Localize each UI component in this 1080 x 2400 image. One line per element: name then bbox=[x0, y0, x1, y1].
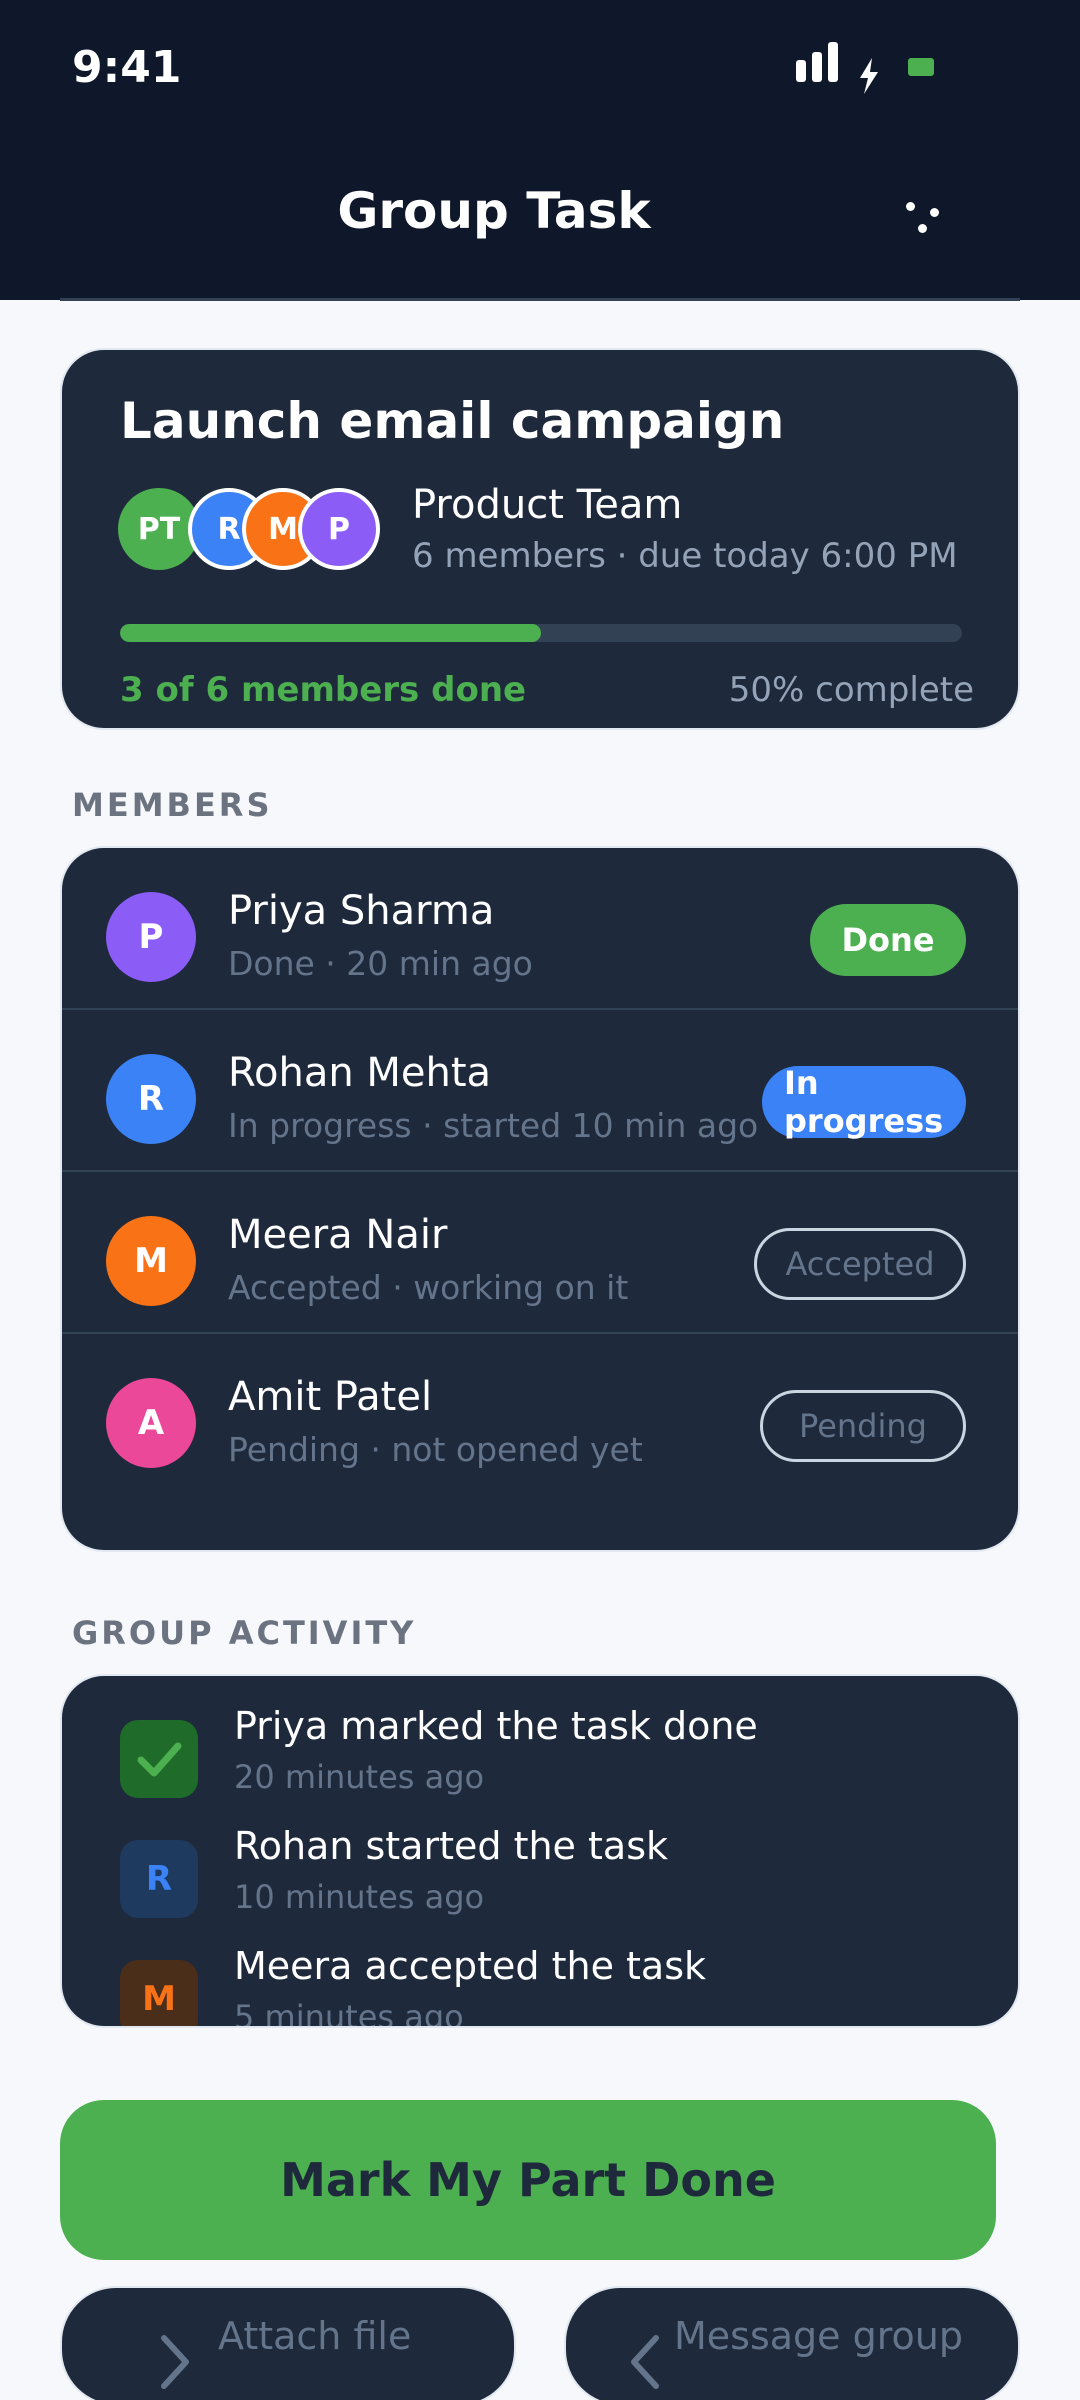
member-name: Priya Sharma bbox=[228, 888, 495, 934]
member-row[interactable]: A Amit Patel Pending · not opened yet Pe… bbox=[62, 1334, 1018, 1496]
check-icon bbox=[120, 1720, 198, 1798]
member-status-text: Pending · not opened yet bbox=[228, 1430, 643, 1469]
task-title: Launch email campaign bbox=[120, 392, 785, 450]
avatar: M bbox=[120, 1960, 198, 2026]
page-title: Group Task bbox=[337, 182, 651, 240]
member-name: Meera Nair bbox=[228, 1212, 448, 1258]
message-group-label: Message group bbox=[674, 2314, 963, 2358]
avatar: P bbox=[106, 892, 196, 982]
team-meta: 6 members · due today 6:00 PM bbox=[412, 536, 958, 576]
activity-item: Priya marked the task done 20 minutes ag… bbox=[62, 1676, 1018, 1798]
attach-file-button[interactable]: Attach file bbox=[60, 2286, 516, 2400]
member-row[interactable]: P Priya Sharma Done · 20 min ago Done bbox=[62, 848, 1018, 1010]
app-header: 9:41 Group Task bbox=[0, 0, 1080, 300]
avatar: A bbox=[106, 1378, 196, 1468]
team-avatars: PT R M P bbox=[118, 488, 408, 572]
charging-icon bbox=[860, 58, 878, 94]
attach-file-label: Attach file bbox=[218, 2314, 412, 2358]
activity-item: M Meera accepted the task 5 minutes ago bbox=[62, 1916, 1018, 2028]
status-badge: In progress bbox=[762, 1064, 966, 1140]
avatar: M bbox=[106, 1216, 196, 1306]
status-badge: Accepted bbox=[754, 1228, 966, 1300]
done-count: 3 of 6 members done bbox=[120, 670, 527, 710]
message-group-button[interactable]: Message group bbox=[564, 2286, 1020, 2400]
avatar: P bbox=[298, 488, 380, 570]
chevron-right-icon bbox=[161, 2335, 189, 2389]
members-heading: MEMBERS bbox=[72, 786, 273, 824]
member-name: Amit Patel bbox=[228, 1374, 433, 1420]
member-status-text: In progress · started 10 min ago bbox=[228, 1106, 759, 1145]
progress-fill bbox=[120, 624, 541, 642]
member-name: Rohan Mehta bbox=[228, 1050, 492, 1096]
activity-text: Priya marked the task done bbox=[234, 1704, 758, 1748]
activity-time: 10 minutes ago bbox=[234, 1878, 485, 1916]
activity-item: R Rohan started the task 10 minutes ago bbox=[62, 1796, 1018, 1918]
chevron-left-icon bbox=[631, 2335, 659, 2389]
status-time: 9:41 bbox=[72, 42, 182, 93]
avatar: R bbox=[106, 1054, 196, 1144]
member-row[interactable]: R Rohan Mehta In progress · started 10 m… bbox=[62, 1010, 1018, 1172]
percent-complete: 50% complete bbox=[728, 670, 974, 710]
battery-icon bbox=[908, 58, 934, 76]
status-badge: Pending bbox=[760, 1390, 966, 1462]
activity-time: 5 minutes ago bbox=[234, 1998, 464, 2028]
avatar: R bbox=[120, 1840, 198, 1918]
activity-time: 20 minutes ago bbox=[234, 1758, 485, 1796]
mark-done-button[interactable]: Mark My Part Done bbox=[60, 2100, 996, 2260]
team-name: Product Team bbox=[412, 482, 683, 528]
task-card: Launch email campaign PT R M P Product T… bbox=[60, 348, 1020, 730]
activity-heading: GROUP ACTIVITY bbox=[72, 1614, 417, 1652]
progress-bar bbox=[120, 624, 962, 642]
activity-list: Priya marked the task done 20 minutes ag… bbox=[60, 1674, 1020, 2028]
activity-text: Meera accepted the task bbox=[234, 1944, 707, 1988]
members-list: P Priya Sharma Done · 20 min ago Done R … bbox=[60, 846, 1020, 1552]
signal-icon bbox=[796, 40, 846, 82]
member-row[interactable]: M Meera Nair Accepted · working on it Ac… bbox=[62, 1172, 1018, 1334]
member-status-text: Accepted · working on it bbox=[228, 1268, 629, 1307]
more-icon[interactable] bbox=[900, 198, 946, 238]
member-status-text: Done · 20 min ago bbox=[228, 944, 533, 983]
header-divider bbox=[60, 298, 1020, 301]
activity-text: Rohan started the task bbox=[234, 1824, 668, 1868]
status-badge: Done bbox=[810, 904, 966, 976]
